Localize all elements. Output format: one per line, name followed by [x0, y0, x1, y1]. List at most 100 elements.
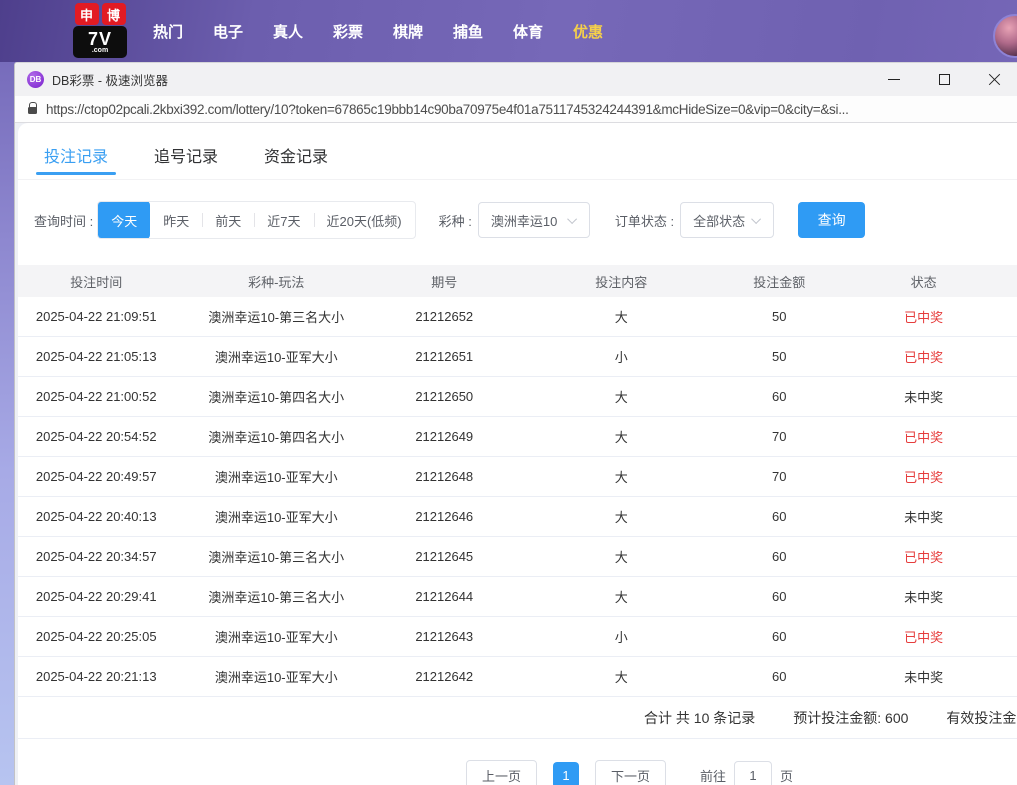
time-option[interactable]: 近20天(低频) [314, 202, 415, 238]
column-header: 投注内容 [510, 272, 732, 291]
user-avatar[interactable] [993, 14, 1017, 58]
nav-item[interactable]: 真人 [258, 21, 318, 42]
table-row[interactable]: 2025-04-22 20:25:05 澳洲幸运10-亚军大小 21212643… [18, 617, 1017, 657]
column-header: 状态 [826, 272, 1017, 291]
cell-bet-content: 小 [510, 347, 732, 366]
column-header: 投注时间 [18, 272, 174, 291]
cell-bet-amount: 70 [732, 469, 826, 484]
table-row[interactable]: 2025-04-22 20:40:13 澳洲幸运10-亚军大小 21212646… [18, 497, 1017, 537]
table-row[interactable]: 2025-04-22 21:05:13 澳洲幸运10-亚军大小 21212651… [18, 337, 1017, 377]
browser-viewport: 投注记录 追号记录 资金记录 查询时间 : 今天昨天前天近7天近20天(低频) 彩种… [15, 123, 1017, 785]
brand-badge-1: 申 [75, 3, 99, 25]
table-row[interactable]: 2025-04-22 21:00:52 澳洲幸运10-第四名大小 2121265… [18, 377, 1017, 417]
table-row[interactable]: 2025-04-22 20:29:41 澳洲幸运10-第三名大小 2121264… [18, 577, 1017, 617]
tab[interactable]: 资金记录 [264, 143, 328, 179]
nav-item[interactable]: 棋牌 [378, 21, 438, 42]
window-controls [882, 68, 1006, 92]
cell-game-play: 澳洲幸运10-亚军大小 [174, 347, 378, 366]
cell-bet-content: 大 [510, 387, 732, 406]
cell-bet-content: 大 [510, 667, 732, 686]
address-bar[interactable]: https://ctop02pcali.2kbxi392.com/lottery… [15, 96, 1017, 123]
tab[interactable]: 追号记录 [154, 143, 218, 179]
cell-issue-number: 21212652 [378, 309, 510, 324]
nav-item[interactable]: 彩票 [318, 21, 378, 42]
cell-bet-content: 大 [510, 467, 732, 486]
lock-icon [28, 107, 37, 114]
cell-bet-amount: 60 [732, 509, 826, 524]
url-text[interactable]: https://ctop02pcali.2kbxi392.com/lottery… [46, 102, 849, 117]
cell-status: 已中奖 [826, 347, 1017, 366]
prev-page-button[interactable]: 上一页 [466, 760, 537, 785]
nav-item[interactable]: 体育 [498, 21, 558, 42]
minimize-button[interactable] [882, 68, 906, 92]
nav-item[interactable]: 优惠 [558, 21, 618, 42]
cell-status: 已中奖 [826, 427, 1017, 446]
tab[interactable]: 投注记录 [44, 143, 108, 179]
brand-logo-text: 7V [88, 30, 112, 48]
cell-status: 未中奖 [826, 507, 1017, 526]
cell-status: 已中奖 [826, 547, 1017, 566]
record-tabs: 投注记录 追号记录 资金记录 [18, 123, 1017, 180]
time-option[interactable]: 近7天 [254, 202, 313, 238]
cell-bet-content: 小 [510, 627, 732, 646]
nav-item[interactable]: 热门 [138, 21, 198, 42]
cell-game-play: 澳洲幸运10-第四名大小 [174, 387, 378, 406]
page-number-1[interactable]: 1 [553, 762, 579, 785]
time-option[interactable]: 前天 [202, 202, 254, 238]
cell-bet-amount: 70 [732, 429, 826, 444]
table-row[interactable]: 2025-04-22 20:54:52 澳洲幸运10-第四名大小 2121264… [18, 417, 1017, 457]
table-row[interactable]: 2025-04-22 21:09:51 澳洲幸运10-第三名大小 2121265… [18, 297, 1017, 337]
time-option[interactable]: 今天 [98, 201, 150, 239]
cell-bet-content: 大 [510, 427, 732, 446]
summary-expected-amount: 预计投注金额: 600 [793, 708, 908, 728]
next-page-button[interactable]: 下一页 [595, 760, 666, 785]
cell-bet-amount: 50 [732, 349, 826, 364]
nav-item[interactable]: 电子 [198, 21, 258, 42]
time-option[interactable]: 昨天 [150, 202, 202, 238]
close-button[interactable] [982, 68, 1006, 92]
cell-issue-number: 21212642 [378, 669, 510, 684]
cell-bet-amount: 60 [732, 629, 826, 644]
table-header-row: 投注时间彩种-玩法期号投注内容投注金额状态 [18, 265, 1017, 297]
summary-total-records: 合计 共 10 条记录 [644, 708, 755, 728]
cell-game-play: 澳洲幸运10-第三名大小 [174, 547, 378, 566]
table-row[interactable]: 2025-04-22 20:34:57 澳洲幸运10-第三名大小 2121264… [18, 537, 1017, 577]
cell-bet-amount: 60 [732, 589, 826, 604]
goto-page-group: 前往 页 [700, 761, 793, 785]
brand-logo-mark: 7V .com [73, 26, 127, 58]
chevron-down-icon [567, 214, 577, 224]
search-button[interactable]: 查询 [798, 202, 865, 238]
cell-bet-time: 2025-04-22 20:25:05 [18, 629, 174, 644]
cell-bet-amount: 50 [732, 309, 826, 324]
window-title: DB彩票 - 极速浏览器 [52, 70, 168, 89]
goto-page-input[interactable] [734, 761, 772, 785]
cell-bet-content: 大 [510, 507, 732, 526]
cell-bet-time: 2025-04-22 21:05:13 [18, 349, 174, 364]
site-header: 申 博 7V .com 热门电子真人彩票棋牌捕鱼体育优惠 [0, 0, 1017, 62]
filter-bar: 查询时间 : 今天昨天前天近7天近20天(低频) 彩种 : 澳洲幸运10 订单状… [18, 201, 1017, 239]
status-filter-label: 订单状态 : [615, 211, 674, 230]
cell-game-play: 澳洲幸运10-亚军大小 [174, 467, 378, 486]
cell-game-play: 澳洲幸运10-第三名大小 [174, 587, 378, 606]
lottery-filter-label: 彩种 : [439, 211, 472, 230]
app-icon: DB [27, 71, 44, 88]
content-card: 投注记录 追号记录 资金记录 查询时间 : 今天昨天前天近7天近20天(低频) 彩种… [18, 123, 1017, 785]
cell-bet-content: 大 [510, 307, 732, 326]
cell-bet-content: 大 [510, 587, 732, 606]
goto-page-unit: 页 [780, 766, 793, 785]
nav-item[interactable]: 捕鱼 [438, 21, 498, 42]
window-titlebar[interactable]: DB DB彩票 - 极速浏览器 [15, 63, 1017, 96]
time-filter-label: 查询时间 : [34, 211, 93, 230]
table-row[interactable]: 2025-04-22 20:49:57 澳洲幸运10-亚军大小 21212648… [18, 457, 1017, 497]
column-header: 彩种-玩法 [174, 272, 378, 291]
status-select[interactable]: 全部状态 [680, 202, 774, 238]
cell-status: 已中奖 [826, 627, 1017, 646]
cell-game-play: 澳洲幸运10-亚军大小 [174, 627, 378, 646]
table-row[interactable]: 2025-04-22 20:21:13 澳洲幸运10-亚军大小 21212642… [18, 657, 1017, 697]
maximize-button[interactable] [932, 68, 956, 92]
cell-bet-amount: 60 [732, 669, 826, 684]
cell-bet-time: 2025-04-22 20:34:57 [18, 549, 174, 564]
cell-issue-number: 21212643 [378, 629, 510, 644]
column-header: 期号 [378, 272, 510, 291]
lottery-select[interactable]: 澳洲幸运10 [478, 202, 590, 238]
